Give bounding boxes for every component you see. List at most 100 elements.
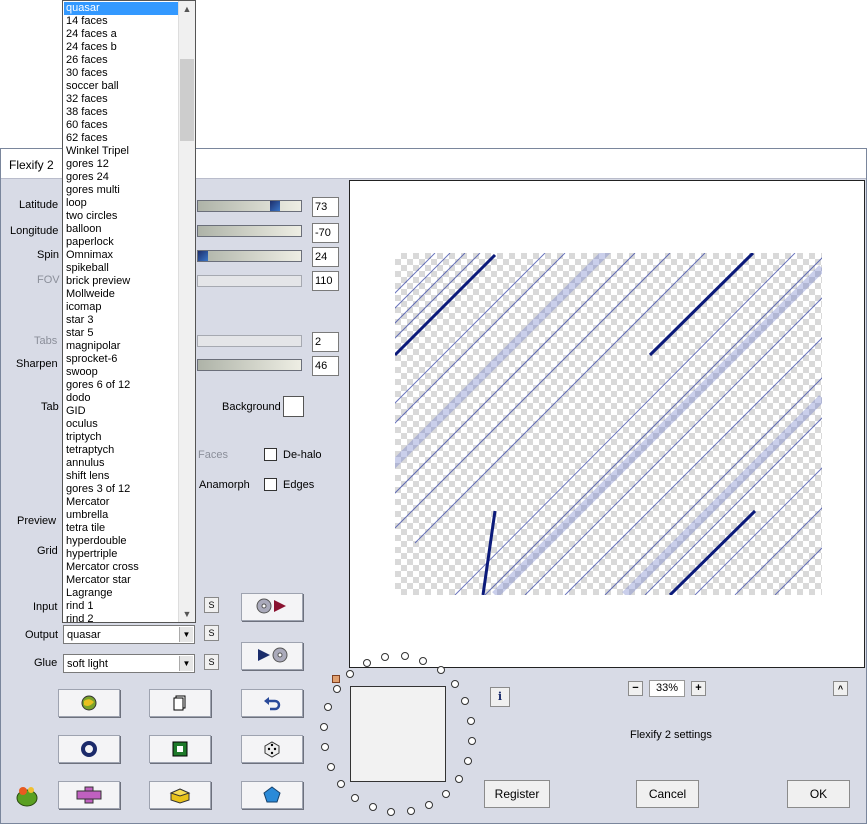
ring-dot[interactable] (351, 793, 360, 802)
tabs-slider[interactable] (197, 335, 302, 347)
dropdown-item[interactable]: Mercator cross (64, 561, 178, 574)
ring-dot[interactable] (450, 679, 459, 688)
dropdown-item[interactable]: 24 faces a (64, 28, 178, 41)
dropdown-item[interactable]: magnipolar (64, 340, 178, 353)
dropdown-item[interactable]: quasar (64, 2, 178, 15)
ring-dot[interactable] (326, 762, 335, 771)
frame-button[interactable] (149, 735, 211, 763)
ring-dot[interactable] (368, 803, 377, 812)
dropdown-item[interactable]: gores 6 of 12 (64, 379, 178, 392)
dropdown-item[interactable]: paperlock (64, 236, 178, 249)
ring-dot[interactable] (436, 666, 445, 675)
dropdown-item[interactable]: 62 faces (64, 132, 178, 145)
dropdown-item[interactable]: umbrella (64, 509, 178, 522)
tabs-input[interactable] (312, 332, 339, 352)
ring-dot[interactable] (387, 807, 396, 816)
dropdown-item[interactable]: two circles (64, 210, 178, 223)
preview-panel[interactable] (349, 180, 865, 668)
dropdown-item[interactable]: Mercator star (64, 574, 178, 587)
pentagon-button[interactable] (241, 781, 303, 809)
dropdown-item[interactable]: loop (64, 197, 178, 210)
dropdown-item[interactable]: sprocket-6 (64, 353, 178, 366)
latitude-slider-thumb[interactable] (270, 201, 280, 211)
output-combo[interactable]: quasar ▼ (63, 625, 195, 644)
dropdown-item[interactable]: gores 24 (64, 171, 178, 184)
spin-slider-thumb[interactable] (198, 251, 208, 261)
edges-checkbox[interactable] (264, 478, 277, 491)
projection-dropdown-list[interactable]: quasar 14 faces 24 faces a 24 faces b 26 fac… (62, 0, 196, 623)
ring-dot[interactable] (466, 716, 475, 725)
dropdown-item[interactable]: Mercator (64, 496, 178, 509)
cube-button[interactable] (149, 781, 211, 809)
load-settings-button[interactable] (241, 593, 303, 621)
scroll-down-icon[interactable]: ▼ (179, 606, 195, 622)
output-s-button[interactable]: S (204, 625, 219, 641)
input-s-button[interactable]: S (204, 597, 219, 613)
dropdown-item[interactable]: gores 3 of 12 (64, 483, 178, 496)
ring-dot[interactable] (320, 723, 329, 732)
dehalo-checkbox[interactable] (264, 448, 277, 461)
fov-input[interactable] (312, 271, 339, 291)
latitude-input[interactable] (312, 197, 339, 217)
dropdown-item[interactable]: hyperdouble (64, 535, 178, 548)
collapse-button[interactable]: ^ (833, 681, 848, 696)
save-settings-button[interactable] (241, 642, 303, 670)
sharpen-input[interactable] (312, 356, 339, 376)
dropdown-scrollbar[interactable]: ▲ ▼ (178, 1, 195, 622)
random-button[interactable] (58, 689, 120, 717)
dropdown-item[interactable]: annulus (64, 457, 178, 470)
dropdown-item[interactable]: Lagrange (64, 587, 178, 600)
glue-s-button[interactable]: S (204, 654, 219, 670)
dropdown-item[interactable]: swoop (64, 366, 178, 379)
chevron-down-icon[interactable]: ▼ (179, 627, 193, 642)
spin-input[interactable] (312, 247, 339, 267)
dropdown-item[interactable]: spikeball (64, 262, 178, 275)
ring-dot[interactable] (400, 652, 409, 661)
corner-marker[interactable] (332, 675, 340, 683)
cancel-button[interactable]: Cancel (636, 780, 699, 808)
dropdown-item[interactable]: 26 faces (64, 54, 178, 67)
dropdown-item[interactable]: 32 faces (64, 93, 178, 106)
latitude-slider[interactable] (197, 200, 302, 212)
ring-dot[interactable] (333, 685, 342, 694)
ring-dot[interactable] (346, 670, 355, 679)
dropdown-item[interactable]: shift lens (64, 470, 178, 483)
dropdown-item[interactable]: triptych (64, 431, 178, 444)
dice-button[interactable] (241, 735, 303, 763)
info-button[interactable]: i (490, 687, 510, 707)
dropdown-item[interactable]: gores 12 (64, 158, 178, 171)
ring-dot[interactable] (406, 806, 415, 815)
dropdown-item[interactable]: hypertriple (64, 548, 178, 561)
dropdown-item[interactable]: star 5 (64, 327, 178, 340)
dropdown-item[interactable]: 38 faces (64, 106, 178, 119)
spin-slider[interactable] (197, 250, 302, 262)
longitude-slider[interactable] (197, 225, 302, 237)
ring-dot[interactable] (441, 789, 450, 798)
ring-dot[interactable] (425, 800, 434, 809)
dropdown-item[interactable]: 24 faces b (64, 41, 178, 54)
ring-dot[interactable] (463, 756, 472, 765)
dropdown-item[interactable]: Winkel Tripel (64, 145, 178, 158)
zoom-in-button[interactable]: + (691, 681, 706, 696)
dropdown-item[interactable]: gores multi (64, 184, 178, 197)
ring-dot[interactable] (461, 697, 470, 706)
ring-dot[interactable] (337, 780, 346, 789)
longitude-input[interactable] (312, 223, 339, 243)
ring-dot[interactable] (467, 736, 476, 745)
background-color-swatch[interactable] (283, 396, 304, 417)
copy-button[interactable] (149, 689, 211, 717)
undo-button[interactable] (241, 689, 303, 717)
ok-button[interactable]: OK (787, 780, 850, 808)
dropdown-item[interactable]: dodo (64, 392, 178, 405)
ring-button[interactable] (58, 735, 120, 763)
dropdown-item[interactable]: oculus (64, 418, 178, 431)
dropdown-item[interactable]: GID (64, 405, 178, 418)
ring-dot[interactable] (321, 743, 330, 752)
dropdown-item[interactable]: rind 2 (64, 613, 178, 622)
zoom-out-button[interactable]: − (628, 681, 643, 696)
ring-dot[interactable] (324, 703, 333, 712)
fov-slider[interactable] (197, 275, 302, 287)
dropdown-item[interactable]: Omnimax (64, 249, 178, 262)
dropdown-item[interactable]: icomap (64, 301, 178, 314)
dropdown-item[interactable]: 14 faces (64, 15, 178, 28)
